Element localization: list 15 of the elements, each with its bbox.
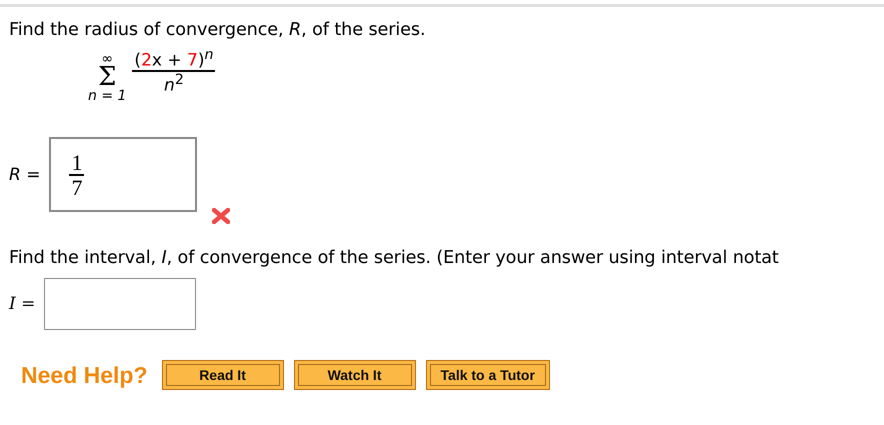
question-text: Find the radius of convergence, R, of the series. xyxy=(9,20,426,40)
answer-label: I = xyxy=(9,294,36,314)
upper-limit: ∞ xyxy=(101,52,114,66)
answer-box[interactable] xyxy=(44,278,196,330)
lower-limit: n = 1 xyxy=(88,89,126,104)
answer-label: R = xyxy=(9,164,40,185)
help-button[interactable]: Watch It xyxy=(294,360,416,390)
numerator: (2x + 7)$^{n}$ xyxy=(132,48,216,72)
sigma-symbol: Σ xyxy=(98,66,116,90)
help-button[interactable]: Talk to a Tutor xyxy=(426,360,550,390)
help-button[interactable]: Read It xyxy=(162,360,284,390)
help-heading: Need Help? xyxy=(21,362,148,389)
denominator: n$^{2}$ xyxy=(164,72,184,96)
answer-box[interactable]: 1 7 xyxy=(49,137,198,212)
question-text: Find the interval, I, of convergence of the series. (Enter your answer using interval notat xyxy=(9,248,780,268)
